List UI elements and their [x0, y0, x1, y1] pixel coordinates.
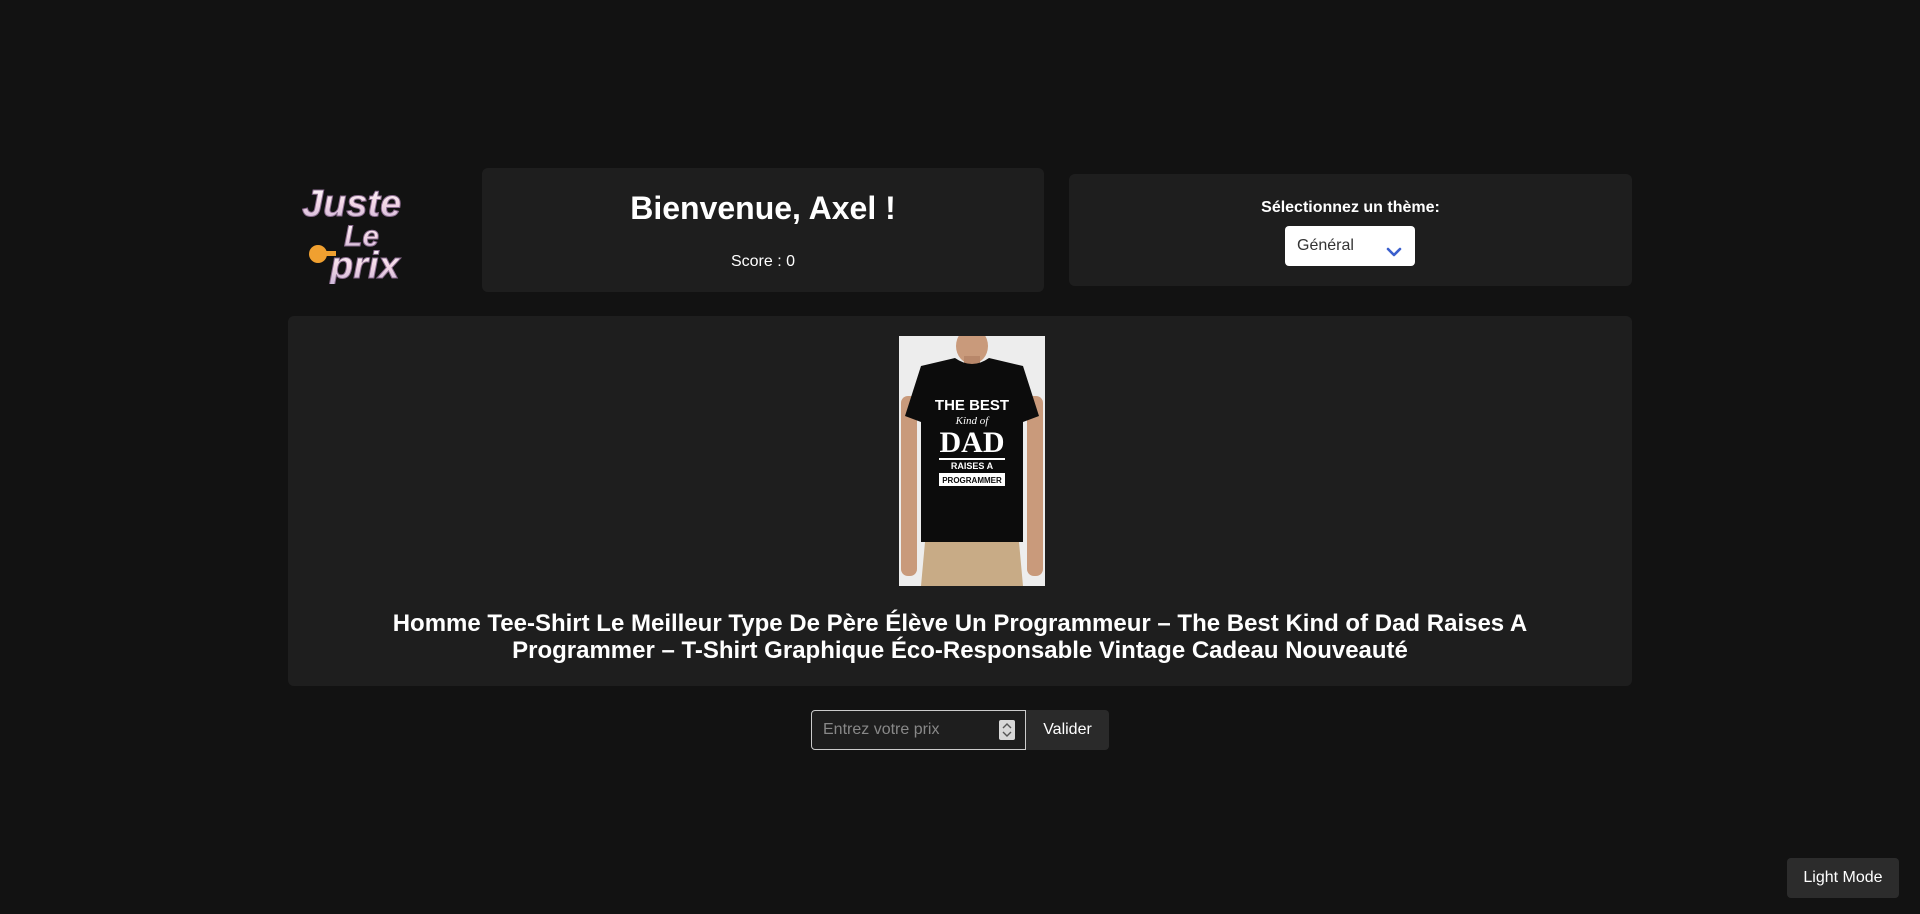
- welcome-title: Bienvenue, Axel !: [630, 190, 896, 226]
- product-image: THE BEST Kind of DAD RAISES A PROGRAMMER: [899, 336, 1045, 586]
- svg-text:PROGRAMMER: PROGRAMMER: [942, 476, 1002, 485]
- price-input[interactable]: Entrez votre prix: [811, 710, 1026, 750]
- svg-text:prix: prix: [329, 245, 402, 284]
- welcome-card: Bienvenue, Axel ! Score : 0: [482, 168, 1044, 292]
- chevron-down-icon: [1385, 237, 1403, 257]
- number-spinner-icon[interactable]: [999, 720, 1015, 740]
- logo: Juste Le prix: [300, 182, 458, 285]
- product-title: Homme Tee-Shirt Le Meilleur Type De Père…: [392, 610, 1528, 664]
- theme-card: Sélectionnez un thème: Général: [1069, 174, 1632, 286]
- svg-text:RAISES A: RAISES A: [951, 461, 994, 471]
- guess-form: Entrez votre prix Valider: [811, 710, 1109, 750]
- price-input-placeholder: Entrez votre prix: [823, 721, 940, 738]
- svg-text:DAD: DAD: [940, 426, 1005, 459]
- juste-le-prix-logo-icon: Juste Le prix: [302, 183, 403, 285]
- submit-button[interactable]: Valider: [1026, 710, 1109, 750]
- theme-select[interactable]: Général: [1285, 226, 1415, 266]
- svg-text:THE BEST: THE BEST: [935, 397, 1009, 414]
- light-mode-button[interactable]: Light Mode: [1787, 858, 1899, 898]
- theme-label: Sélectionnez un thème:: [1261, 199, 1440, 216]
- svg-text:Juste: Juste: [302, 183, 401, 225]
- theme-selected-value: Général: [1297, 237, 1354, 254]
- score-label: Score : 0: [730, 253, 796, 270]
- top-row: Juste Le prix Bienvenue, Axel ! Score : …: [288, 168, 1632, 292]
- product-card: THE BEST Kind of DAD RAISES A PROGRAMMER…: [288, 316, 1632, 686]
